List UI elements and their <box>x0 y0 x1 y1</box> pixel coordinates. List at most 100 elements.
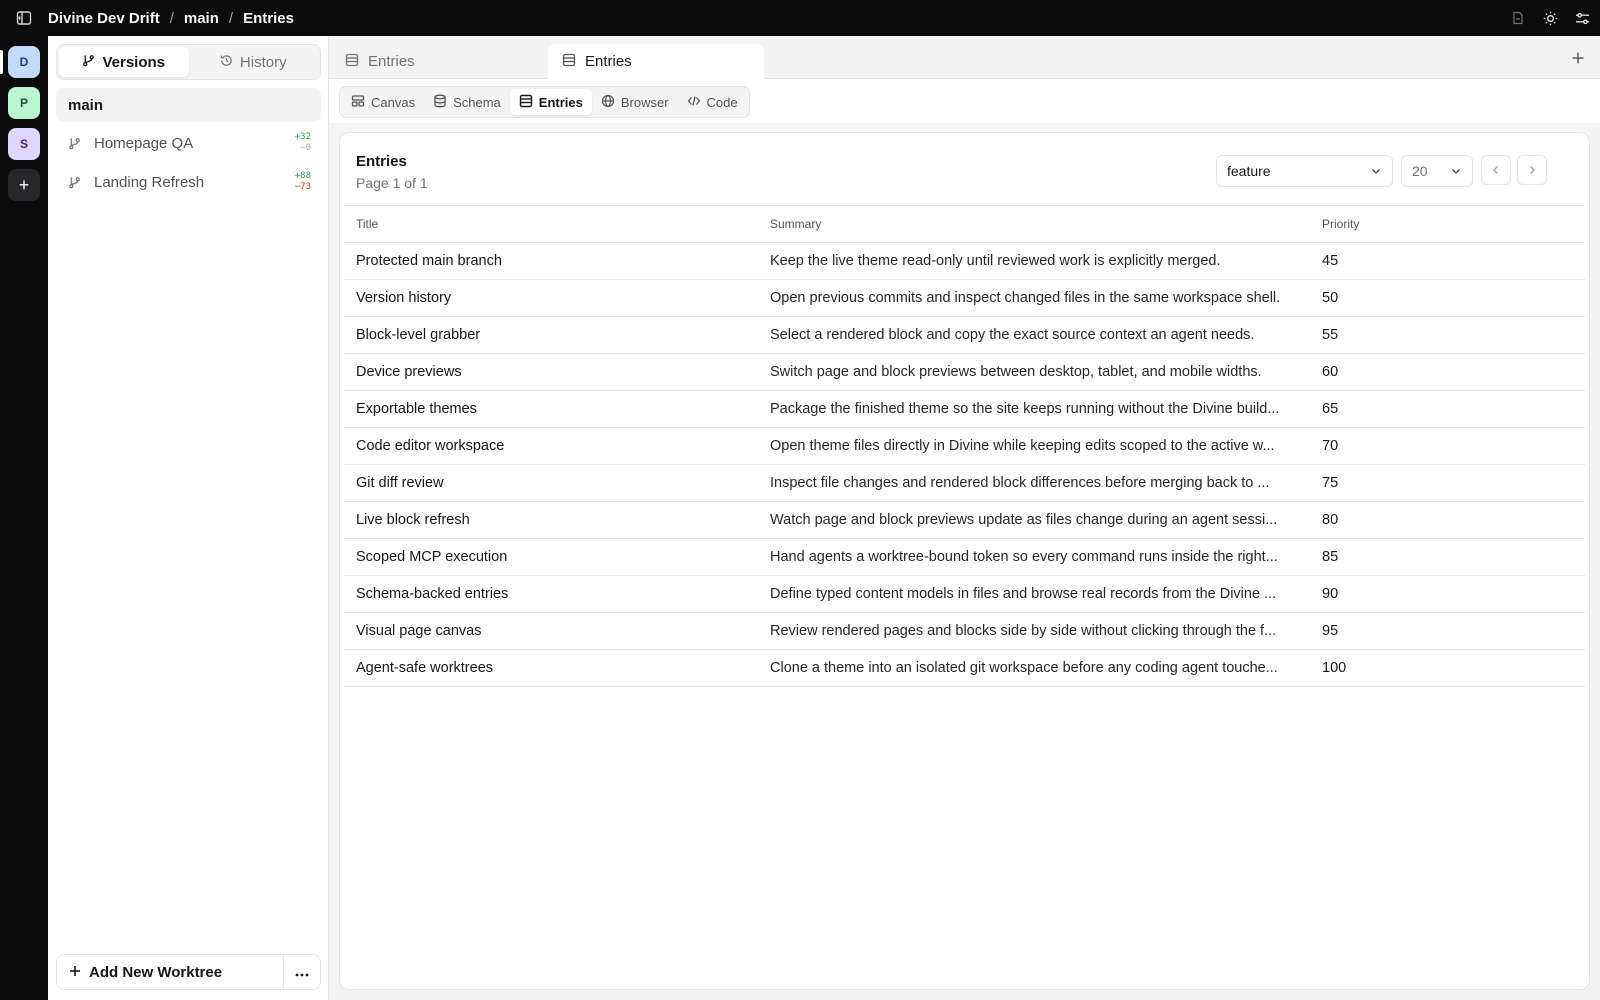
editor-tab-label: Entries <box>368 53 415 70</box>
versions-panel: Versions History main Homepage QA +32 −0… <box>48 36 329 1000</box>
cell-summary: Package the finished theme so the site k… <box>758 390 1310 428</box>
cell-title: Block-level grabber <box>344 316 758 354</box>
workspace-avatar-d[interactable]: D <box>8 46 40 78</box>
tab-versions[interactable]: Versions <box>59 47 189 77</box>
more-options-button[interactable] <box>284 955 320 989</box>
breadcrumb-separator: / <box>169 9 174 27</box>
breadcrumb-branch[interactable]: main <box>184 10 219 27</box>
breadcrumb-separator: / <box>228 9 234 27</box>
sliders-icon[interactable] <box>1572 8 1592 28</box>
cell-priority: 55 <box>1310 316 1585 354</box>
lines-added: +88 <box>294 171 311 181</box>
table-row[interactable]: Protected main branch Keep the live theme… <box>344 242 1585 280</box>
type-filter-select[interactable]: feature <box>1216 155 1393 187</box>
pagination-status: Page 1 of 1 <box>356 175 428 191</box>
code-icon <box>687 94 701 111</box>
view-tab-canvas[interactable]: Canvas <box>342 89 424 115</box>
cell-title: Device previews <box>344 353 758 391</box>
workspace-avatar-p[interactable]: P <box>8 87 40 119</box>
ellipsis-icon <box>295 964 309 980</box>
add-worktree-label: Add New Worktree <box>89 963 223 981</box>
table-row[interactable]: Device previews Switch page and block pre… <box>344 353 1585 391</box>
view-tabs: Canvas Schema Entries Browser Code <box>339 86 750 118</box>
view-tab-label: Code <box>706 94 738 110</box>
breadcrumb-project[interactable]: Divine Dev Drift <box>48 10 160 27</box>
previous-page-button[interactable] <box>1481 155 1511 185</box>
table-row[interactable]: Scoped MCP execution Hand agents a worktr… <box>344 538 1585 576</box>
table-row[interactable]: Version history Open previous commits and… <box>344 279 1585 317</box>
table-row[interactable]: Visual page canvas Review rendered pages … <box>344 612 1585 650</box>
add-workspace-button[interactable]: + <box>8 169 40 201</box>
chevron-down-icon <box>1370 165 1382 177</box>
column-header-priority[interactable]: Priority <box>1310 205 1585 243</box>
table-row[interactable]: Git diff review Inspect file changes and … <box>344 464 1585 502</box>
page-size-select[interactable]: 20 <box>1401 155 1473 187</box>
editor-tab-bar: Entries Entries <box>329 36 1600 79</box>
canvas-icon <box>351 94 365 111</box>
table-header-row: Title Summary Priority <box>344 205 1585 243</box>
editor-tab-label: Entries <box>585 53 632 70</box>
file-icon[interactable] <box>1508 8 1528 28</box>
cell-priority: 70 <box>1310 427 1585 465</box>
cell-summary: Review rendered pages and blocks side by… <box>758 612 1310 650</box>
sidebar-toggle-icon[interactable] <box>0 0 48 36</box>
lines-removed: −73 <box>294 182 311 192</box>
view-tab-schema[interactable]: Schema <box>424 89 510 115</box>
globe-icon <box>601 94 615 111</box>
cell-priority: 95 <box>1310 612 1585 650</box>
breadcrumb-page: Entries <box>243 9 294 27</box>
lines-removed: −0 <box>300 143 311 153</box>
cell-priority: 65 <box>1310 390 1585 428</box>
table-icon <box>562 53 576 71</box>
top-bar: Divine Dev Drift / main / Entries <box>0 0 1600 36</box>
table-row[interactable]: Block-level grabber Select a rendered blo… <box>344 316 1585 354</box>
view-tab-entries[interactable]: Entries <box>509 89 592 115</box>
cell-title: Schema-backed entries <box>344 575 758 613</box>
tab-versions-label: Versions <box>102 53 166 71</box>
git-branch-icon <box>68 135 84 151</box>
view-tab-browser[interactable]: Browser <box>592 89 678 115</box>
branch-item-landing-refresh[interactable]: Landing Refresh +88 −73 <box>56 165 321 199</box>
type-filter-value: feature <box>1227 163 1271 179</box>
tab-history[interactable]: History <box>189 47 319 77</box>
cell-priority: 90 <box>1310 575 1585 613</box>
sun-icon[interactable] <box>1540 8 1560 28</box>
workspace-avatar-s[interactable]: S <box>8 128 40 160</box>
column-header-title[interactable]: Title <box>344 205 758 243</box>
cell-title: Live block refresh <box>344 501 758 539</box>
git-branch-icon <box>68 174 84 190</box>
add-worktree-button[interactable]: Add New Worktree <box>57 955 284 989</box>
view-tab-code[interactable]: Code <box>678 89 747 115</box>
chevron-down-icon <box>1450 165 1462 177</box>
editor-tab-entries-active[interactable]: Entries <box>548 44 764 79</box>
top-actions <box>1508 0 1592 36</box>
view-tab-label: Entries <box>538 94 583 110</box>
breadcrumb: Divine Dev Drift / main / Entries <box>48 10 294 27</box>
cell-summary: Open theme files directly in Divine whil… <box>758 427 1310 465</box>
cell-priority: 50 <box>1310 279 1585 317</box>
branch-item-homepage-qa[interactable]: Homepage QA +32 −0 <box>56 126 321 160</box>
branch-item-main[interactable]: main <box>56 88 321 122</box>
column-header-summary[interactable]: Summary <box>758 205 1310 243</box>
table-row[interactable]: Agent-safe worktrees Clone a theme into a… <box>344 649 1585 687</box>
table-icon <box>345 53 359 71</box>
cell-summary: Select a rendered block and copy the exa… <box>758 316 1310 354</box>
cell-summary: Define typed content models in files and… <box>758 575 1310 613</box>
cell-priority: 85 <box>1310 538 1585 576</box>
new-tab-button[interactable] <box>1568 48 1588 68</box>
cell-title: Exportable themes <box>344 390 758 428</box>
tab-history-label: History <box>239 53 287 71</box>
cell-priority: 100 <box>1310 649 1585 687</box>
view-tab-label: Canvas <box>371 94 416 110</box>
table-row[interactable]: Code editor workspace Open theme files di… <box>344 427 1585 465</box>
next-page-button[interactable] <box>1517 155 1547 185</box>
workspace-rail: D P S + <box>0 36 48 1000</box>
editor-tab-entries[interactable]: Entries <box>331 44 547 79</box>
table-row[interactable]: Schema-backed entries Define typed conten… <box>344 575 1585 613</box>
table-row[interactable]: Exportable themes Package the finished th… <box>344 390 1585 428</box>
cell-priority: 45 <box>1310 242 1585 280</box>
branch-name: Homepage QA <box>94 134 194 152</box>
table-row[interactable]: Live block refresh Watch page and block p… <box>344 501 1585 539</box>
page-size-value: 20 <box>1412 163 1428 179</box>
branch-name: Landing Refresh <box>94 173 205 191</box>
